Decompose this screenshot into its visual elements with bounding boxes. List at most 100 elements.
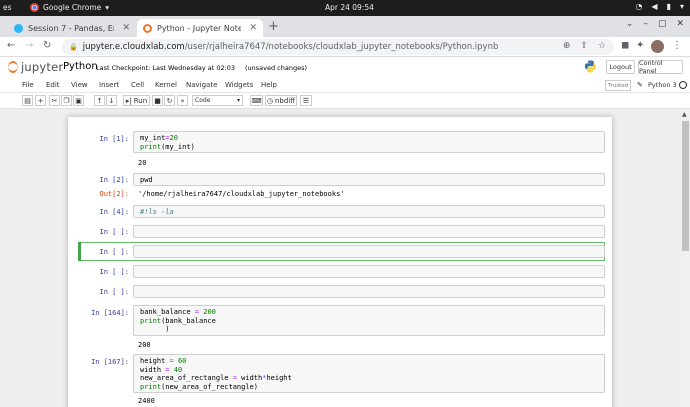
code-input[interactable]: bank_balance = 200 print(bank_balance ): [133, 305, 605, 336]
cut-button[interactable]: ✂: [49, 95, 60, 106]
avatar[interactable]: [651, 40, 664, 53]
share-icon[interactable]: ⇪: [580, 41, 588, 51]
input-prompt: In [4]:: [99, 208, 129, 216]
nbdiff-button[interactable]: ◷ nbdiff: [265, 95, 297, 106]
tab-title: Session 7 - Pandas, End-to: [28, 23, 114, 33]
list-icon: ☰: [302, 96, 310, 105]
new-tab-button[interactable]: +: [268, 19, 279, 34]
scrollbar-thumb[interactable]: [682, 121, 689, 251]
command-palette-button[interactable]: ⌨: [250, 95, 263, 106]
logout-button[interactable]: Logout: [606, 60, 635, 74]
code-input[interactable]: #!ls -la: [133, 205, 605, 218]
code-cell[interactable]: In [164]: bank_balance = 200 print(bank_…: [77, 305, 607, 351]
close-icon[interactable]: ✕: [122, 23, 130, 33]
save-button[interactable]: ▤: [22, 95, 33, 106]
toc-button[interactable]: ☰: [300, 95, 312, 106]
code-cell[interactable]: In [167]: height = 60 width = 40 new_are…: [77, 354, 607, 407]
code-line: print(new_area_of_rectangle): [140, 382, 259, 391]
vertical-scrollbar[interactable]: ▲: [681, 109, 690, 407]
code-line: print(bank_balance: [140, 316, 216, 325]
jupyter-favicon-icon: [143, 23, 152, 33]
bookmark-star-icon[interactable]: ☆: [598, 41, 606, 51]
paste-button[interactable]: ▣: [73, 95, 84, 106]
app-menu[interactable]: Google Chrome ▾: [30, 3, 109, 12]
code-input[interactable]: [133, 245, 605, 258]
input-prompt: In [164]:: [91, 309, 129, 317]
restart-button[interactable]: ↻: [164, 95, 175, 106]
jupyter-menubar: File Edit View Insert Cell Kernel Naviga…: [0, 79, 690, 93]
tab-session7[interactable]: Session 7 - Pandas, End-to ✕: [8, 19, 136, 37]
close-icon[interactable]: ✕: [249, 23, 257, 33]
kernel-name[interactable]: Python 3: [648, 81, 677, 89]
code-cell-selected[interactable]: In [ ]:: [77, 245, 607, 261]
menu-widgets[interactable]: Widgets: [225, 81, 253, 89]
clock[interactable]: Apr 24 09:54: [325, 3, 374, 12]
notebook-site[interactable]: In [1]: my_int=20 print(my_int) 20 In [2…: [0, 109, 690, 407]
move-down-button[interactable]: ↓: [106, 95, 117, 106]
menu-insert[interactable]: Insert: [99, 81, 119, 89]
edit-mode-icon: ✎: [637, 81, 643, 89]
os-top-bar: es Google Chrome ▾ Apr 24 09:54 ◔ ◀ ▮ ▾: [0, 0, 690, 16]
save-icon: ▤: [24, 96, 31, 105]
activities-button[interactable]: es: [3, 3, 12, 12]
url-host: jupyter.e.cloudxlab.com: [82, 42, 185, 52]
minimize-icon[interactable]: –: [643, 19, 648, 29]
menu-view[interactable]: View: [71, 81, 88, 89]
code-cell[interactable]: In [ ]:: [77, 265, 607, 281]
code-input[interactable]: my_int=20 print(my_int): [133, 131, 605, 153]
code-input[interactable]: height = 60 width = 40 new_area_of_recta…: [133, 354, 605, 393]
control-panel-button[interactable]: Control Panel: [638, 59, 683, 75]
stop-icon: ■: [154, 96, 161, 105]
menu-cell[interactable]: Cell: [131, 81, 144, 89]
jupyter-logo[interactable]: jupyter: [8, 60, 63, 74]
copy-button[interactable]: ❐: [61, 95, 72, 106]
jupyter-logo-text: jupyter: [21, 60, 64, 74]
menu-kernel[interactable]: Kernel: [155, 81, 177, 89]
input-prompt: In [ ]:: [99, 228, 129, 236]
cell-type-select[interactable]: Code ▾: [192, 95, 243, 106]
code-input[interactable]: [133, 285, 605, 298]
system-tray[interactable]: ◔ ◀ ▮ ▾: [635, 2, 684, 11]
output-text: 200: [138, 341, 151, 349]
wifi-icon: ◔: [635, 2, 643, 11]
menu-help[interactable]: Help: [261, 81, 277, 89]
code-cell[interactable]: In [1]: my_int=20 print(my_int) 20: [77, 131, 607, 175]
code-cell[interactable]: In [ ]:: [77, 225, 607, 241]
url-path: /user/rjalheira7647/notebooks/cloudxlab_…: [184, 42, 499, 52]
run-button[interactable]: ▸| Run: [123, 95, 150, 106]
menu-navigate[interactable]: Navigate: [186, 81, 217, 89]
maximize-icon[interactable]: ▢: [658, 19, 667, 29]
notebook-name[interactable]: Python: [63, 61, 98, 72]
code-input[interactable]: pwd: [133, 173, 605, 186]
tab-search-icon[interactable]: ⌄: [626, 19, 634, 29]
restart-run-all-button[interactable]: »: [177, 95, 188, 106]
move-up-button[interactable]: ↑: [94, 95, 105, 106]
code-cell[interactable]: In [4]: #!ls -la: [77, 205, 607, 221]
menu-edit[interactable]: Edit: [46, 81, 60, 89]
scroll-up-icon[interactable]: ▲: [682, 111, 687, 118]
puzzle-icon[interactable]: ✦: [636, 40, 644, 51]
code-cell[interactable]: In [ ]:: [77, 285, 607, 301]
notebook-container: In [1]: my_int=20 print(my_int) 20 In [2…: [68, 117, 612, 407]
copy-icon: ❐: [63, 96, 70, 105]
insert-cell-button[interactable]: +: [35, 95, 46, 106]
back-arrow-icon[interactable]: ←: [7, 40, 15, 51]
close-window-icon[interactable]: ✕: [676, 19, 684, 29]
trusted-indicator[interactable]: Trusted: [605, 80, 631, 91]
extension-icon[interactable]: ◼: [621, 40, 629, 51]
output-text: 20: [138, 159, 147, 167]
code-input[interactable]: [133, 265, 605, 278]
interrupt-button[interactable]: ■: [152, 95, 163, 106]
code-input[interactable]: [133, 225, 605, 238]
zoom-icon[interactable]: ⊕: [563, 41, 571, 51]
reload-icon[interactable]: ↻: [43, 40, 51, 51]
tab-python-jupyter[interactable]: Python - Jupyter Notebo ✕: [137, 19, 263, 37]
arrow-up-icon: ↑: [96, 96, 103, 105]
menu-file[interactable]: File: [22, 81, 34, 89]
more-menu-icon[interactable]: ⋮: [672, 40, 682, 51]
url-input[interactable]: 🔒 jupyter.e.cloudxlab.com /user/rjalheir…: [62, 39, 614, 55]
input-prompt: In [2]:: [99, 176, 129, 184]
code-cell[interactable]: In [2]: pwd Out[2]: '/home/rjalheira7647…: [77, 173, 607, 203]
code-line: ): [140, 325, 170, 333]
forward-arrow-icon[interactable]: →: [25, 40, 33, 51]
